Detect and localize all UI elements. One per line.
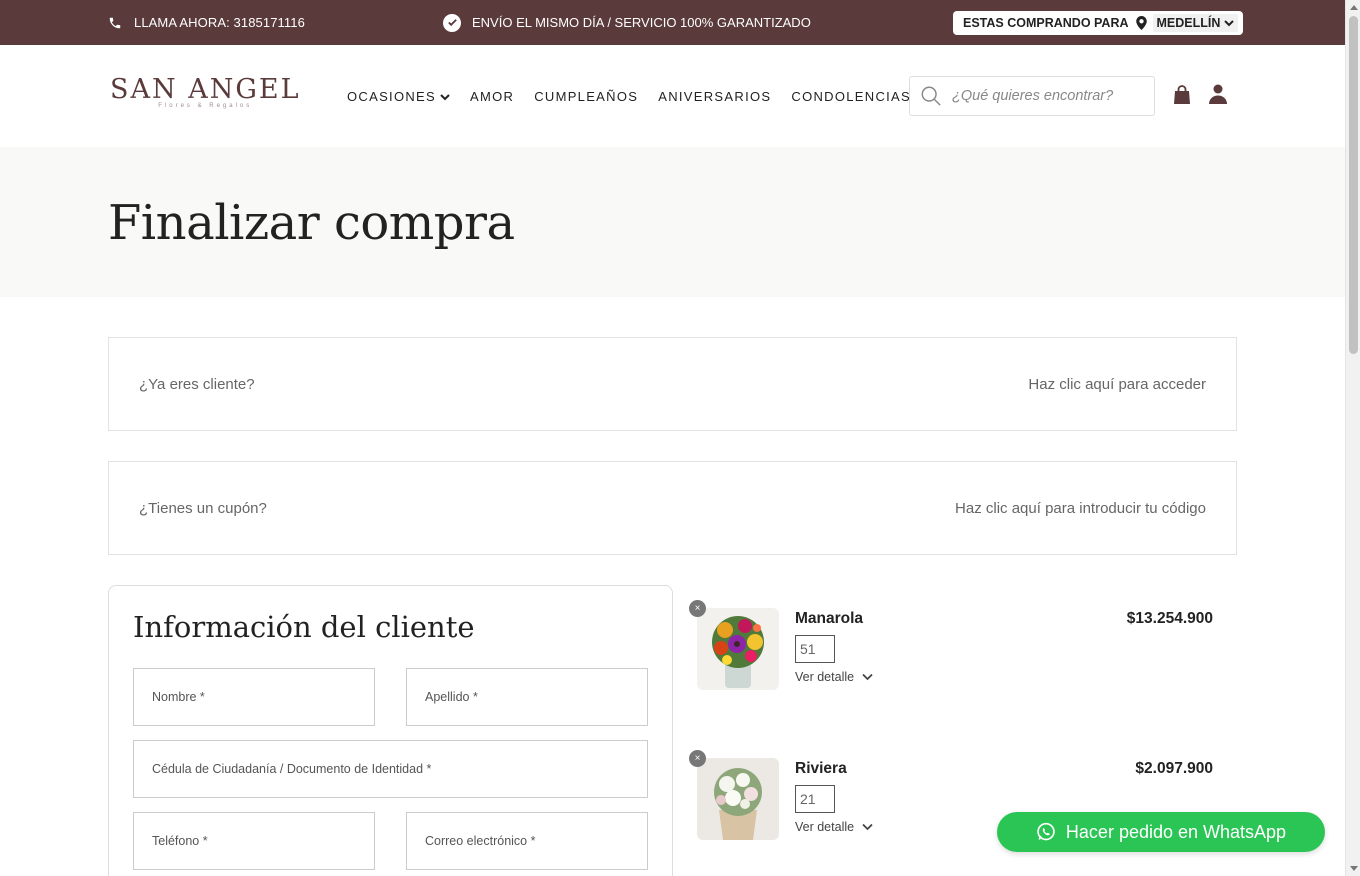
- shipping-info: ENVÍO EL MISMO DÍA / SERVICIO 100% GARAN…: [443, 0, 811, 45]
- customer-info-title: Información del cliente: [133, 610, 475, 644]
- whatsapp-order-button[interactable]: Hacer pedido en WhatsApp: [997, 812, 1325, 852]
- nav-label: CUMPLEAÑOS: [534, 89, 639, 104]
- map-pin-icon: [1135, 16, 1147, 30]
- first-name-input[interactable]: [152, 690, 374, 704]
- nav-item-cumpleanos[interactable]: CUMPLEAÑOS: [534, 89, 638, 104]
- chevron-down-icon: [1224, 20, 1235, 27]
- login-notice: ¿Ya eres cliente? Haz clic aquí para acc…: [108, 337, 1237, 431]
- last-name-field: [406, 668, 648, 726]
- city-select[interactable]: MEDELLÍN: [1152, 14, 1239, 32]
- scrollbar-thumb[interactable]: [1349, 16, 1358, 354]
- coupon-notice: ¿Tienes un cupón? Haz clic aquí para int…: [108, 461, 1237, 555]
- scroll-down-arrow[interactable]: [1350, 866, 1358, 871]
- phone-icon: [109, 17, 121, 28]
- page: LLAMA AHORA: 3185171116 ENVÍO EL MISMO D…: [0, 0, 1345, 876]
- email-input[interactable]: [425, 834, 647, 848]
- nav-item-condolencias[interactable]: CONDOLENCIAS: [791, 89, 911, 104]
- cart-button[interactable]: 72: [1173, 85, 1191, 110]
- remove-item-button[interactable]: ×: [689, 750, 706, 767]
- chevron-down-icon: [440, 93, 450, 100]
- user-icon: [1209, 84, 1227, 104]
- chevron-down-icon: [862, 673, 873, 681]
- quantity-input[interactable]: [795, 785, 835, 813]
- coupon-question: ¿Tienes un cupón?: [139, 499, 267, 517]
- nav-label: ANIVERSARIOS: [658, 89, 772, 104]
- nav-label: AMOR: [470, 89, 515, 104]
- product-price: $13.254.900: [1126, 610, 1213, 627]
- phone-field: [133, 812, 375, 870]
- shipping-text: ENVÍO EL MISMO DÍA / SERVICIO 100% GARAN…: [472, 15, 811, 30]
- cart-count: 72: [1180, 99, 1188, 106]
- remove-item-button[interactable]: ×: [689, 600, 706, 617]
- city-value: MEDELLÍN: [1156, 16, 1221, 30]
- email-field: [406, 812, 648, 870]
- login-link[interactable]: Haz clic aquí para acceder: [1028, 376, 1206, 393]
- whatsapp-icon: [1037, 822, 1055, 841]
- nav-label: CONDOLENCIAS: [791, 89, 911, 104]
- phone-info[interactable]: LLAMA AHORA: 3185171116: [108, 0, 305, 45]
- quantity-input[interactable]: [795, 635, 835, 663]
- page-hero: Finalizar compra: [0, 147, 1345, 297]
- logo-main: SAN ANGEL: [110, 74, 301, 105]
- account-button[interactable]: [1209, 84, 1227, 109]
- coupon-link[interactable]: Haz clic aquí para introducir tu código: [955, 500, 1206, 517]
- nav-item-aniversarios[interactable]: ANIVERSARIOS: [658, 89, 771, 104]
- buying-for-label: ESTAS COMPRANDO PARA: [963, 16, 1129, 30]
- nav-label: OCASIONES: [347, 89, 436, 104]
- login-question: ¿Ya eres cliente?: [139, 375, 255, 393]
- main-nav: OCASIONES AMOR CUMPLEAÑOS ANIVERSARIOS C…: [347, 89, 931, 104]
- check-circle-icon: [443, 13, 461, 32]
- search-input[interactable]: [952, 88, 1142, 104]
- first-name-field: [133, 668, 375, 726]
- view-detail-label: Ver detalle: [795, 820, 855, 834]
- scroll-up-arrow[interactable]: [1350, 5, 1358, 10]
- id-document-field: [133, 740, 648, 798]
- page-title: Finalizar compra: [108, 195, 515, 251]
- id-document-input[interactable]: [152, 762, 647, 776]
- search-box: [909, 76, 1155, 116]
- phone-text: LLAMA AHORA: 3185171116: [134, 15, 305, 30]
- nav-item-ocasiones[interactable]: OCASIONES: [347, 89, 450, 104]
- phone-input[interactable]: [152, 834, 374, 848]
- product-name[interactable]: Manarola: [795, 610, 863, 628]
- page-scrollbar[interactable]: [1345, 0, 1360, 876]
- cart-item: × Manarola $13.254.900 Ver detalle: [689, 600, 1215, 692]
- product-price: $2.097.900: [1135, 760, 1213, 777]
- chevron-down-icon: [862, 823, 873, 831]
- customer-info-card: Información del cliente: [108, 585, 673, 876]
- whatsapp-label: Hacer pedido en WhatsApp: [1065, 821, 1287, 842]
- product-image-riviera[interactable]: [697, 758, 779, 840]
- view-detail-label: Ver detalle: [795, 670, 855, 684]
- view-detail-toggle[interactable]: Ver detalle: [795, 820, 873, 834]
- site-logo[interactable]: SAN ANGEL Flores & Regalos: [110, 74, 301, 110]
- top-bar: LLAMA AHORA: 3185171116 ENVÍO EL MISMO D…: [0, 0, 1345, 45]
- view-detail-toggle[interactable]: Ver detalle: [795, 670, 873, 684]
- product-image-manarola[interactable]: [697, 608, 779, 690]
- last-name-input[interactable]: [425, 690, 647, 704]
- site-header: SAN ANGEL Flores & Regalos OCASIONES AMO…: [0, 45, 1345, 147]
- search-icon[interactable]: [920, 85, 942, 107]
- city-selector-box: ESTAS COMPRANDO PARA MEDELLÍN: [953, 11, 1243, 35]
- product-name[interactable]: Riviera: [795, 760, 847, 778]
- nav-item-amor[interactable]: AMOR: [470, 89, 514, 104]
